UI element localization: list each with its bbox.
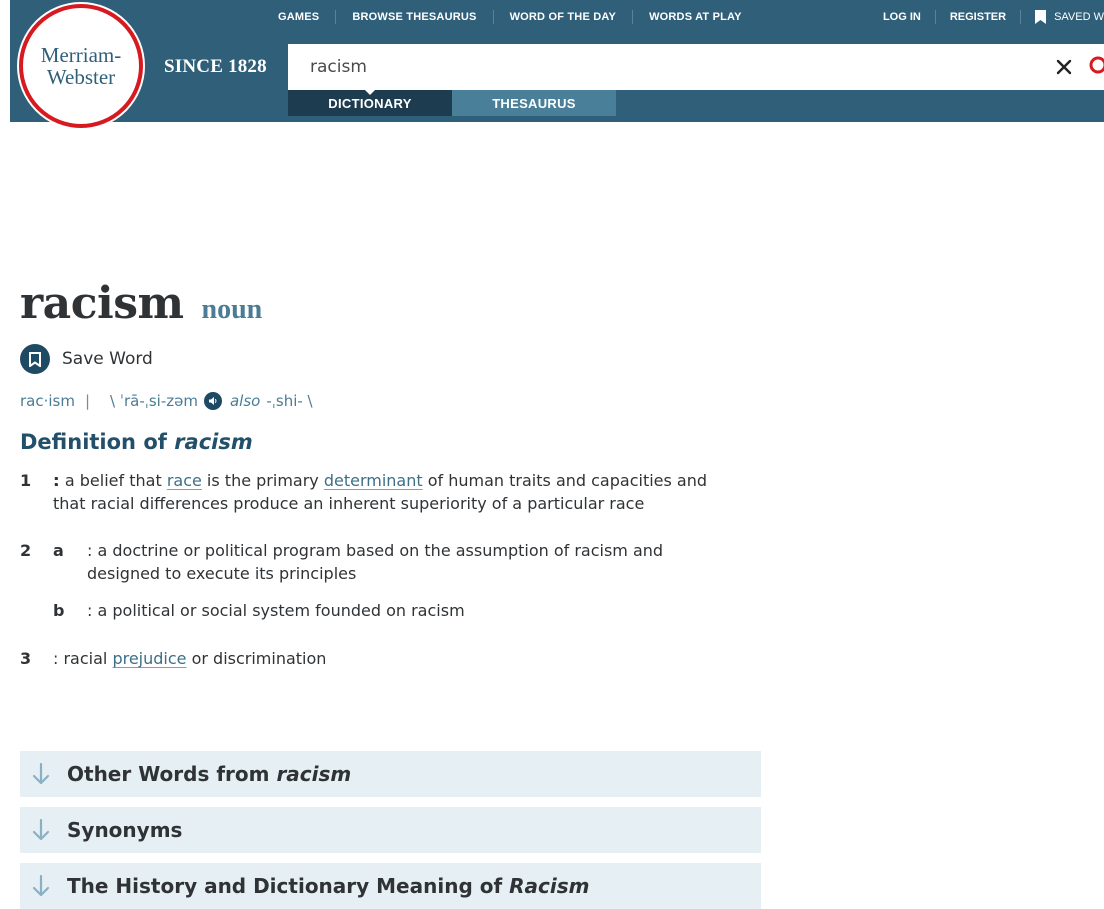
search-icon — [1089, 56, 1104, 74]
sense-3: 3 : racial prejudice or discrimination — [20, 647, 780, 671]
sense-number: 2 — [20, 541, 32, 560]
merriam-webster-logo[interactable]: Merriam- Webster — [19, 4, 143, 128]
part-of-speech[interactable]: noun — [202, 294, 263, 326]
tab-dictionary[interactable]: DICTIONARY — [288, 89, 452, 116]
headword: racism — [20, 278, 184, 329]
login-link[interactable]: LOG IN — [869, 10, 936, 24]
accordion-title: Other Words from racism — [67, 762, 351, 786]
sense-text-line-2: designed to execute its principles — [87, 564, 357, 583]
search-tabs: DICTIONARY THESAURUS — [288, 89, 616, 116]
save-word-label: Save Word — [62, 349, 153, 369]
clear-search-button[interactable] — [1044, 44, 1084, 90]
saved-words-label: SAVED W — [1054, 11, 1104, 23]
accordion-title: Synonyms — [67, 818, 183, 842]
sense-1: 1 :: a belief that race is the primary d… — [20, 469, 780, 517]
sense-text-line-1: : a political or social system founded o… — [87, 601, 465, 620]
sense-number: 3 — [20, 649, 32, 668]
nav-word-of-the-day[interactable]: WORD OF THE DAY — [494, 10, 634, 24]
arrow-down-icon — [32, 819, 52, 841]
sense-letter: b — [53, 601, 65, 620]
logo-line-1: Merriam- — [40, 43, 122, 67]
tab-thesaurus[interactable]: THESAURUS — [452, 90, 616, 116]
site-header: GAMES BROWSE THESAURUS WORD OF THE DAY W… — [10, 0, 1104, 122]
accordion-synonyms[interactable]: Synonyms — [20, 807, 761, 853]
definition-heading-prefix: Definition of — [20, 430, 175, 454]
also-label: also — [229, 392, 261, 410]
sense-text-line-1: : a doctrine or political program based … — [87, 541, 664, 560]
saved-words-link[interactable]: SAVED W — [1021, 10, 1104, 24]
alternate-pronunciation: -ˌshi- \ — [266, 392, 313, 410]
search-bar — [288, 44, 1104, 90]
logo-line-2: Webster — [46, 65, 116, 89]
accordion-other-words[interactable]: Other Words from racism — [20, 751, 761, 797]
sense-letter: a — [53, 541, 64, 560]
sense-text-b: is the primary — [201, 471, 324, 490]
definition-heading: Definition of racism — [20, 430, 253, 454]
register-link[interactable]: REGISTER — [936, 10, 1022, 24]
separator: | — [84, 392, 91, 410]
definition-heading-word: racism — [174, 430, 253, 454]
sense-text-b: or discrimination — [186, 649, 327, 668]
sense-2b: b : a political or social system founded… — [20, 599, 780, 623]
nav-words-at-play[interactable]: WORDS AT PLAY — [633, 10, 758, 24]
auth-nav: LOG IN REGISTER SAVED W — [869, 0, 1104, 34]
accordion-title-word: racism — [276, 762, 352, 786]
entry-header: racism noun — [20, 278, 262, 329]
accordion-title-prefix: The History and Dictionary Meaning of — [67, 874, 510, 898]
bookmark-icon — [1035, 10, 1047, 24]
arrow-down-icon — [32, 763, 52, 785]
nav-games[interactable]: GAMES — [278, 10, 337, 24]
xref-prejudice[interactable]: prejudice — [112, 649, 186, 668]
xref-race[interactable]: race — [167, 471, 202, 490]
sense-text-c: of human traits and capacities and — [422, 471, 708, 490]
sense-text-line-1: : racial prejudice or discrimination — [53, 647, 326, 670]
sense-2a: 2 a : a doctrine or political program ba… — [20, 539, 780, 587]
accordion-title: The History and Dictionary Meaning of Ra… — [67, 874, 590, 898]
accordion-history[interactable]: The History and Dictionary Meaning of Ra… — [20, 863, 761, 909]
sense-text-a: : a belief that — [54, 471, 167, 490]
bookmark-icon — [20, 344, 50, 374]
close-icon — [1056, 59, 1072, 75]
pronunciation-row: rac·ism | \ ˈrā-ˌsi-zəm also -ˌshi- \ — [20, 392, 313, 410]
search-submit-button[interactable] — [1084, 44, 1104, 90]
accordion-title-prefix: Other Words from — [67, 762, 277, 786]
xref-determinant[interactable]: determinant — [324, 471, 423, 490]
speaker-icon[interactable] — [203, 392, 222, 410]
sense-text-line-2: that racial differences produce an inher… — [53, 494, 645, 513]
syllabification: rac·ism — [20, 392, 75, 410]
sense-number: 1 — [20, 471, 32, 490]
sense-text-line-1: :: a belief that race is the primary det… — [53, 471, 708, 490]
save-word-button[interactable]: Save Word — [20, 344, 153, 374]
arrow-down-icon — [32, 875, 52, 897]
since-tagline: SINCE 1828 — [164, 56, 267, 77]
search-input[interactable] — [308, 56, 1044, 78]
nav-browse-thesaurus[interactable]: BROWSE THESAURUS — [336, 10, 494, 24]
accordion-title-word: Racism — [509, 874, 590, 898]
sense-text-a: : racial — [53, 649, 113, 668]
pronunciation: \ ˈrā-ˌsi-zəm — [110, 392, 198, 410]
